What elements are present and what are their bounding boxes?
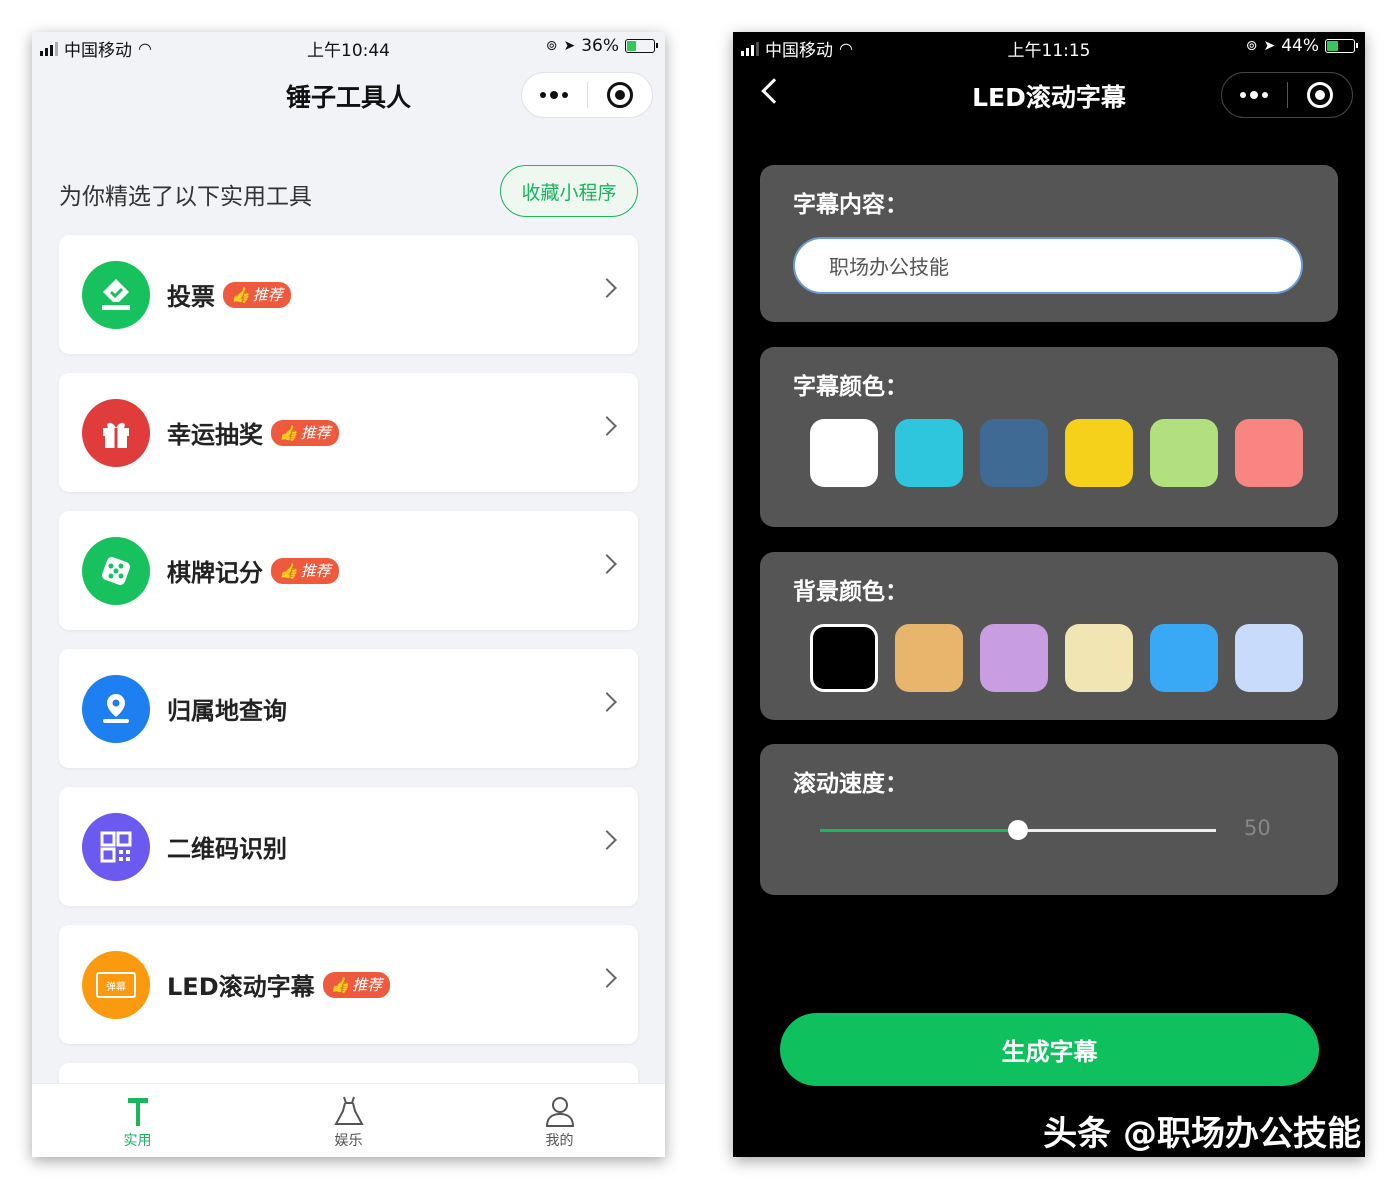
gift-icon [82,399,150,467]
bg-color-swatch[interactable] [1065,624,1133,692]
tools-home-screen: 中国移动 ◠ 上午10:44 ⊚ ➤ 36% 锤子工具人 为你精选了以下实用工具… [32,32,665,1157]
bg-color-swatch[interactable] [1235,624,1303,692]
tool-list: 投票 👍 推荐 幸运抽奖 👍 推荐 棋牌记分 👍 推荐 归属地查询 二维码识别 … [59,235,638,1157]
location-arrow-icon: ➤ [563,38,576,54]
thumbs-up-icon: 👍 [279,561,298,580]
text-color-label: 字幕颜色： [793,374,908,400]
tool-item-qrcode[interactable]: 二维码识别 [59,787,638,906]
tool-item-score[interactable]: 棋牌记分 👍 推荐 [59,511,638,630]
orientation-lock-icon: ⊚ [545,38,558,54]
tool-label: 投票 [167,283,215,311]
text-color-swatch[interactable] [895,419,963,487]
speed-slider[interactable] [820,820,1216,840]
speed-value: 50 [1244,816,1271,840]
bg-color-swatch[interactable] [980,624,1048,692]
tool-item-lottery[interactable]: 幸运抽奖 👍 推荐 [59,373,638,492]
miniprogram-capsule [1221,72,1353,118]
section-heading: 为你精选了以下实用工具 [59,184,312,210]
led-subtitle-screen: 中国移动 ◠ 上午11:15 ⊚ ➤ 44% LED滚动字幕 字幕内容： 职场办… [733,32,1365,1157]
subtitle-text-input[interactable]: 职场办公技能 [793,237,1303,294]
text-color-swatch[interactable] [810,419,878,487]
status-bar: 中国移动 ◠ 上午10:44 ⊚ ➤ 36% [32,32,665,62]
tool-item-location[interactable]: 归属地查询 [59,649,638,768]
close-miniprogram-button[interactable] [1288,73,1353,117]
chevron-right-icon [597,554,617,574]
recommend-badge: 👍 推荐 [322,971,391,998]
text-color-swatch[interactable] [980,419,1048,487]
miniprogram-capsule [521,72,653,118]
speed-label: 滚动速度： [793,771,908,797]
nav-bar: 锤子工具人 [32,66,665,120]
tool-label: 二维码识别 [167,835,287,863]
vote-icon [82,261,150,329]
battery-icon [625,39,658,53]
tab-mine[interactable]: 我的 [454,1084,665,1157]
chevron-right-icon [597,830,617,850]
text-color-swatch[interactable] [1065,419,1133,487]
bg-color-swatch[interactable] [810,624,878,692]
location-arrow-icon: ➤ [1263,38,1276,54]
tool-label: 归属地查询 [167,697,287,725]
chevron-right-icon [597,278,617,298]
chevron-right-icon [597,416,617,436]
tool-item-vote[interactable]: 投票 👍 推荐 [59,235,638,354]
bg-color-panel: 背景颜色： [760,552,1338,720]
favorite-miniprogram-button[interactable]: 收藏小程序 [500,165,638,217]
location-icon [82,675,150,743]
text-color-panel: 字幕颜色： [760,347,1338,527]
recommend-badge: 👍 推荐 [271,419,339,446]
tab-bar: 实用 娱乐 我的 [32,1083,665,1157]
text-color-swatch[interactable] [1150,419,1218,487]
tool-label: LED滚动字幕 [167,973,315,1001]
speed-panel: 滚动速度： 50 [760,744,1338,895]
nav-bar: LED滚动字幕 [733,66,1365,120]
chevron-right-icon [597,692,617,712]
slider-fill [820,829,1018,832]
tool-label: 棋牌记分 [167,559,263,587]
text-color-swatches [810,419,1303,487]
target-icon [606,82,633,108]
target-icon [1306,82,1333,108]
qrcode-icon [82,813,150,881]
recommend-badge: 👍 推荐 [271,557,339,584]
thumbs-up-icon: 👍 [330,975,350,994]
bg-color-swatch[interactable] [1150,624,1218,692]
thumbs-up-icon: 👍 [231,285,250,304]
slider-thumb[interactable] [1008,820,1028,840]
chevron-right-icon [597,968,617,988]
recommend-badge: 👍 推荐 [223,281,291,308]
generate-subtitle-button[interactable]: 生成字幕 [780,1013,1319,1086]
battery-percent: 44% [1281,36,1319,56]
status-bar: 中国移动 ◠ 上午11:15 ⊚ ➤ 44% [733,32,1365,62]
tab-label: 实用 [123,1133,152,1149]
dress-icon [332,1092,366,1130]
tab-label: 我的 [545,1133,574,1149]
content-panel: 字幕内容： 职场办公技能 [760,165,1338,322]
battery-percent: 36% [581,36,619,56]
orientation-lock-icon: ⊚ [1245,38,1258,54]
bg-color-swatches [810,624,1303,692]
thumbs-up-icon: 👍 [279,423,298,442]
tool-label: 幸运抽奖 [167,421,263,449]
bg-color-label: 背景颜色： [793,579,908,605]
tab-entertainment[interactable]: 娱乐 [243,1084,454,1157]
more-dots-icon [1240,91,1269,99]
danmu-icon: 弹幕 [82,951,150,1019]
dice-icon [82,537,150,605]
more-button[interactable] [1222,73,1287,117]
close-miniprogram-button[interactable] [588,73,653,117]
tab-label: 娱乐 [334,1133,363,1149]
tool-item-led[interactable]: 弹幕 LED滚动字幕 👍 推荐 [59,925,638,1044]
person-icon [543,1092,577,1130]
hammer-icon [125,1092,151,1130]
content-label: 字幕内容： [793,192,908,218]
battery-icon [1325,39,1358,53]
text-color-swatch[interactable] [1235,419,1303,487]
more-button[interactable] [522,73,587,117]
bg-color-swatch[interactable] [895,624,963,692]
watermark: 头条 @职场办公技能 [1043,1114,1361,1154]
tab-practical[interactable]: 实用 [32,1084,243,1157]
more-dots-icon [540,91,569,99]
